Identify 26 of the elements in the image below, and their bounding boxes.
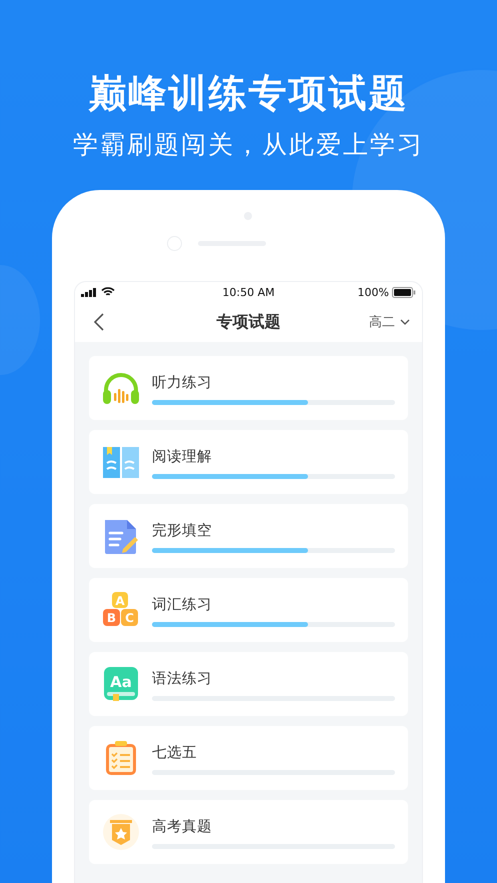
- category-card[interactable]: Aa 语法练习: [89, 652, 408, 716]
- category-name: 听力练习: [152, 374, 213, 393]
- signal-icon: [81, 288, 97, 296]
- category-card[interactable]: 七选五: [89, 726, 408, 790]
- category-card[interactable]: A B C 词汇练习: [89, 578, 408, 642]
- wifi-icon: [101, 287, 115, 297]
- grade-dropdown[interactable]: 高二: [365, 313, 414, 331]
- category-name: 高考真题: [152, 818, 213, 837]
- category-card[interactable]: 完形填空: [89, 504, 408, 568]
- subtitle: 学霸刷题闯关，从此爱上学习: [73, 129, 424, 161]
- category-name: 阅读理解: [152, 448, 213, 467]
- category-name: 七选五: [152, 744, 198, 763]
- page-title: 专项试题: [216, 312, 282, 332]
- star-badge-icon: [101, 812, 141, 852]
- category-card[interactable]: 高考真题: [89, 800, 408, 864]
- back-icon[interactable]: [93, 313, 105, 331]
- battery-icon: [392, 286, 416, 298]
- category-card[interactable]: 阅读理解: [89, 430, 408, 494]
- caret-icon: [400, 319, 410, 325]
- status-time: 10:50 AM: [221, 286, 276, 298]
- headline: 巅峰训练专项试题: [88, 70, 408, 117]
- category-card[interactable]: 听力练习: [89, 356, 408, 420]
- category-name: 词汇练习: [152, 596, 213, 615]
- battery-percent: 100%: [358, 286, 389, 298]
- category-name: 完形填空: [152, 522, 213, 541]
- category-name: 语法练习: [152, 670, 213, 689]
